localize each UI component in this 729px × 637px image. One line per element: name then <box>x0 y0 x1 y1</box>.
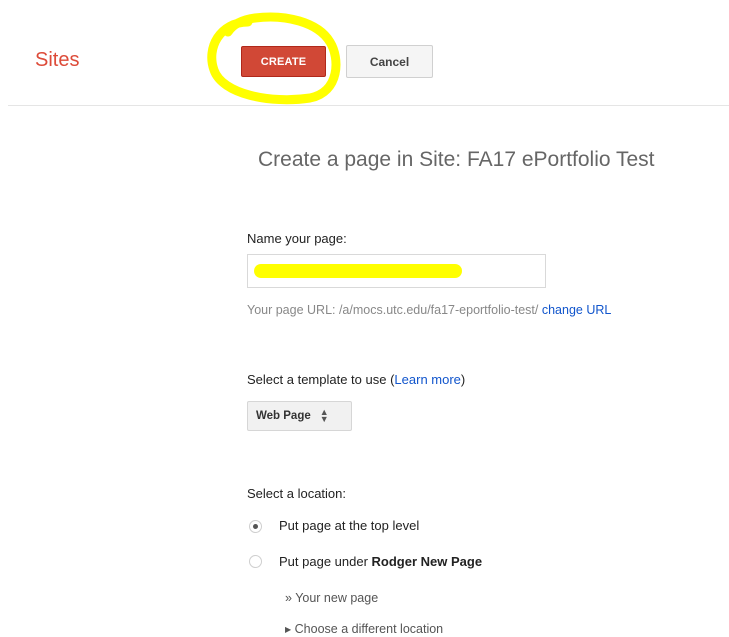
radio-under-page-label[interactable]: Put page under Rodger New Page <box>279 554 482 569</box>
page-url-line: Your page URL: /a/mocs.utc.edu/fa17-epor… <box>247 303 611 317</box>
template-label-text: Select a template to use ( <box>247 372 395 387</box>
page-url-text: Your page URL: /a/mocs.utc.edu/fa17-epor… <box>247 303 539 317</box>
redaction-highlight <box>254 264 462 278</box>
choose-location-label: Choose a different location <box>294 622 444 636</box>
choose-location-link[interactable]: ▶ Choose a different location <box>285 622 443 636</box>
cancel-button[interactable]: Cancel <box>346 45 433 78</box>
page-title: Create a page in Site: FA17 ePortfolio T… <box>258 148 655 171</box>
header-divider <box>8 105 729 106</box>
name-label: Name your page: <box>247 231 347 246</box>
radio-under-page[interactable] <box>249 555 262 568</box>
header-bar: Sites CREATE Cancel <box>0 0 729 106</box>
template-label: Select a template to use (Learn more) <box>247 372 465 387</box>
radio-under-prefix: Put page under <box>279 554 372 569</box>
template-selected-value: Web Page <box>256 410 311 422</box>
app-title[interactable]: Sites <box>35 49 79 72</box>
change-url-link[interactable]: change URL <box>542 303 612 317</box>
location-label: Select a location: <box>247 486 347 501</box>
learn-more-link[interactable]: Learn more <box>394 372 460 387</box>
create-button[interactable]: CREATE <box>241 46 326 77</box>
new-page-path: » Your new page <box>285 591 379 605</box>
template-label-close: ) <box>460 372 466 387</box>
parent-page-name: Rodger New Page <box>371 554 483 569</box>
expand-arrow-icon: ▶ <box>285 625 292 634</box>
radio-top-level[interactable] <box>249 520 262 533</box>
select-arrows-icon: ▲ ▼ <box>319 407 329 424</box>
template-select[interactable]: Web Page ▲ ▼ <box>247 401 352 431</box>
radio-top-level-label[interactable]: Put page at the top level <box>279 518 419 533</box>
